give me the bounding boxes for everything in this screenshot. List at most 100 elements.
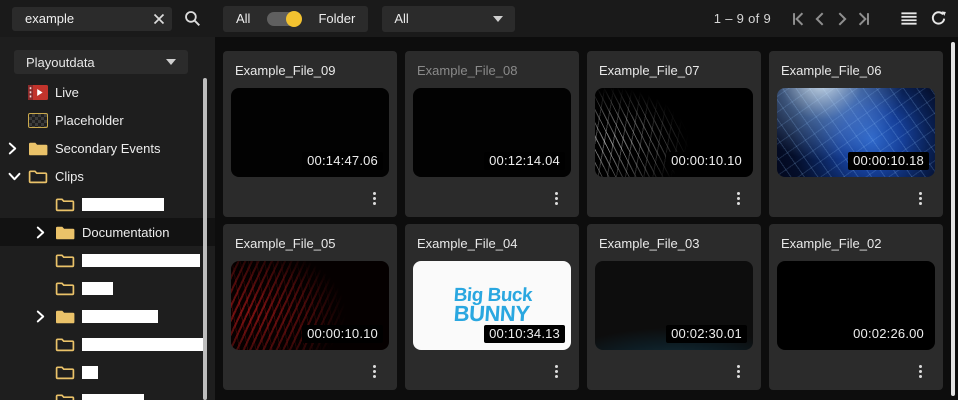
folder-outline-icon [55, 253, 75, 268]
folder-outline-icon [55, 197, 75, 212]
kebab-menu-icon[interactable] [552, 362, 561, 381]
folder-filled-icon [55, 225, 75, 240]
thumbnail: Big Buck BUNNY 00:10:34.13 [413, 261, 571, 350]
file-name: Example_File_02 [781, 236, 882, 251]
duration-badge: 00:02:26.00 [848, 325, 929, 343]
folder-outline-icon [55, 365, 75, 380]
tree-item-clips[interactable]: Clips [0, 162, 215, 190]
file-name: Example_File_03 [599, 236, 700, 251]
file-card-example_file_06[interactable]: Example_File_06 00:00:10.18 [769, 51, 943, 217]
kebab-menu-icon[interactable] [370, 189, 379, 208]
kebab-menu-icon[interactable] [552, 189, 561, 208]
folder-outline-icon [55, 393, 75, 400]
tree-item-label: Placeholder [55, 112, 124, 128]
tree-item-placeholder[interactable]: Placeholder [0, 106, 215, 134]
tree-item-folder-4[interactable] [0, 190, 215, 218]
source-selector-dropdown[interactable]: Playoutdata [14, 50, 188, 74]
tree-item-folder-8[interactable] [0, 302, 215, 330]
first-page-icon[interactable] [787, 8, 809, 30]
type-filter-dropdown[interactable]: All [382, 5, 516, 32]
pagination-bar: 1 – 9 of 9 [714, 8, 946, 30]
file-card-example_file_03[interactable]: Example_File_03 00:02:30.01 [587, 224, 761, 390]
thumbnail: 00:00:10.10 [595, 88, 753, 177]
search-box[interactable] [12, 6, 172, 31]
list-view-menu-icon[interactable] [901, 12, 917, 25]
media-browser: Example_File_09 00:14:47.06 Example_File_0… [215, 37, 958, 400]
thumbnail: 00:02:26.00 [777, 261, 935, 350]
caret-down-icon [493, 15, 504, 22]
kebab-menu-icon[interactable] [734, 362, 743, 381]
file-card-example_file_07[interactable]: Example_File_07 00:00:10.10 [587, 51, 761, 217]
tree-item-folder-9[interactable] [0, 330, 215, 358]
scope-folder-label[interactable]: Folder [318, 11, 355, 26]
live-icon [28, 84, 48, 100]
chevron-down-icon[interactable] [8, 172, 28, 181]
sidebar: Playoutdata Live Placeholder Secondary Eve… [0, 37, 215, 400]
folder-tree: Live Placeholder Secondary Events Clips Docu… [0, 78, 215, 400]
file-name: Example_File_09 [235, 63, 336, 78]
thumbnail: 00:12:14.04 [413, 88, 571, 177]
redacted-label [82, 281, 113, 295]
tree-item-folder-6[interactable] [0, 246, 215, 274]
redacted-label [82, 197, 164, 211]
file-card-example_file_05[interactable]: Example_File_05 00:00:10.10 [223, 224, 397, 390]
file-card-example_file_02[interactable]: Example_File_02 00:02:26.00 [769, 224, 943, 390]
search-icon[interactable] [184, 10, 201, 27]
thumbnail: 00:00:10.10 [231, 261, 389, 350]
duration-badge: 00:00:10.10 [302, 325, 383, 343]
prev-page-icon[interactable] [809, 8, 831, 30]
tree-item-label: Documentation [82, 224, 170, 240]
scope-all-label[interactable]: All [236, 11, 250, 26]
pagination-range: 1 – 9 of 9 [713, 11, 771, 26]
main-scrollbar[interactable] [951, 42, 955, 396]
tree-item-label: Live [55, 84, 79, 100]
last-page-icon[interactable] [853, 8, 875, 30]
tree-item-label: Clips [55, 168, 84, 184]
thumbnail: 00:00:10.18 [777, 88, 935, 177]
clear-search-icon[interactable] [153, 13, 165, 25]
file-card-example_file_04[interactable]: Example_File_04 Big Buck BUNNY 00:10:34.13 [405, 224, 579, 390]
chevron-right-icon[interactable] [8, 142, 28, 155]
tree-item-folder-10[interactable] [0, 358, 215, 386]
tree-item-documentation[interactable]: Documentation [0, 218, 215, 246]
search-input[interactable] [25, 11, 153, 26]
thumbnail: 00:14:47.06 [231, 88, 389, 177]
next-page-icon[interactable] [831, 8, 853, 30]
redacted-label [82, 337, 205, 351]
tree-item-folder-11[interactable] [0, 386, 215, 400]
duration-badge: 00:00:10.18 [848, 152, 929, 170]
file-name: Example_File_06 [781, 63, 882, 78]
chevron-right-icon[interactable] [36, 226, 55, 239]
kebab-menu-icon[interactable] [370, 362, 379, 381]
file-name: Example_File_04 [417, 236, 518, 251]
folder-outline-icon [55, 337, 75, 352]
tree-item-live[interactable]: Live [0, 78, 215, 106]
duration-badge: 00:02:30.01 [666, 325, 747, 343]
scope-filter-group: All Folder [223, 5, 369, 32]
type-filter-value: All [394, 11, 409, 26]
redacted-label [82, 365, 98, 379]
kebab-menu-icon[interactable] [916, 362, 925, 381]
file-grid: Example_File_09 00:14:47.06 Example_File_0… [215, 37, 958, 390]
toggle-knob [286, 10, 303, 27]
redacted-label [82, 253, 200, 267]
file-card-example_file_08[interactable]: Example_File_08 00:12:14.04 [405, 51, 579, 217]
duration-badge: 00:00:10.10 [666, 152, 747, 170]
file-card-example_file_09[interactable]: Example_File_09 00:14:47.06 [223, 51, 397, 217]
sidebar-scrollbar[interactable] [203, 78, 207, 400]
refresh-icon[interactable] [931, 11, 946, 26]
duration-badge: 00:14:47.06 [302, 152, 383, 170]
duration-badge: 00:12:14.04 [484, 152, 565, 170]
source-selector-value: Playoutdata [26, 54, 95, 70]
kebab-menu-icon[interactable] [734, 189, 743, 208]
redacted-label [82, 393, 144, 400]
tree-item-folder-7[interactable] [0, 274, 215, 302]
file-name: Example_File_05 [235, 236, 336, 251]
kebab-menu-icon[interactable] [916, 189, 925, 208]
chevron-right-icon[interactable] [36, 310, 55, 323]
file-name: Example_File_07 [599, 63, 700, 78]
folder-outline-icon [55, 281, 75, 296]
folder-outline-icon [28, 169, 48, 184]
tree-item-secondary-events[interactable]: Secondary Events [0, 134, 215, 162]
scope-toggle[interactable] [267, 10, 303, 27]
